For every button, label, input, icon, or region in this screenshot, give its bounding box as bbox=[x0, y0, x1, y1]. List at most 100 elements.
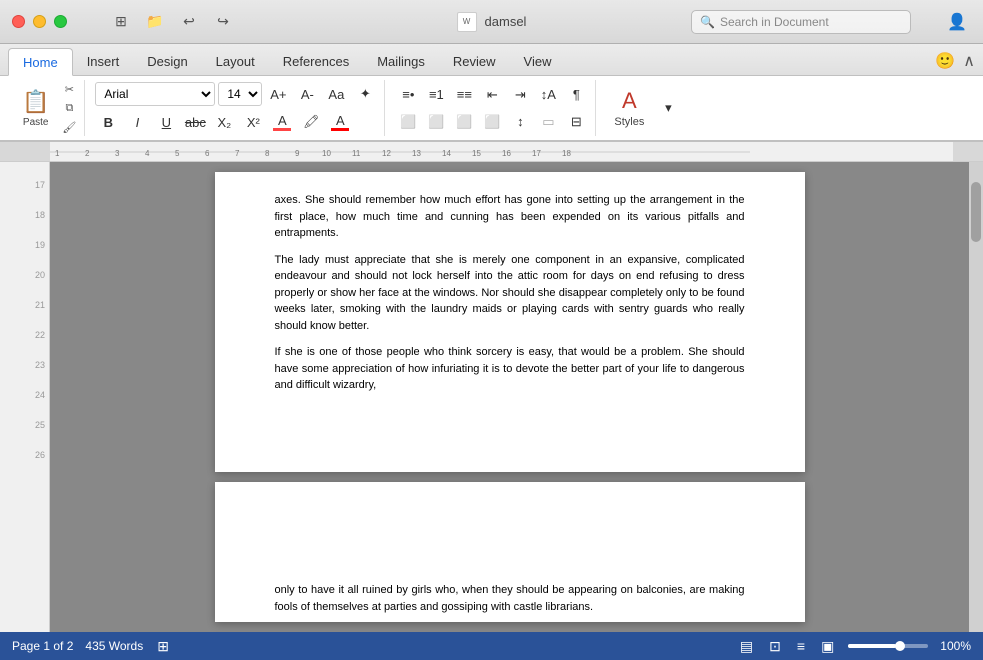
decrease-indent-button[interactable]: ⇤ bbox=[479, 83, 505, 107]
ruler-left-margin bbox=[0, 142, 50, 161]
font-color-indicator bbox=[273, 128, 291, 131]
paste-button[interactable]: 📋 Paste bbox=[14, 85, 57, 132]
styles-label: Styles bbox=[614, 116, 644, 128]
font-controls: Arial Times New Roman Calibri 14 10 12 1… bbox=[95, 82, 378, 134]
title-bar: ⊞ 📁 ↩ ↪ W damsel 🔍 Search in Document 👤 bbox=[0, 0, 983, 44]
maximize-button[interactable] bbox=[54, 15, 67, 28]
bullets-button[interactable]: ≡• bbox=[395, 83, 421, 107]
line-num-23: 23 bbox=[35, 350, 45, 380]
font-color-a-icon: A bbox=[278, 113, 287, 128]
user-icon[interactable]: 👤 bbox=[943, 8, 971, 36]
minimize-button[interactable] bbox=[33, 15, 46, 28]
doc-icon: W bbox=[457, 12, 477, 32]
sort-button[interactable]: ↕A bbox=[535, 83, 561, 107]
print-icon[interactable]: ⊞ bbox=[107, 8, 135, 36]
svg-text:16: 16 bbox=[502, 149, 511, 158]
outline-view-icon[interactable]: ≡ bbox=[795, 638, 807, 654]
strikethrough-button[interactable]: abc bbox=[182, 110, 208, 134]
smiley-icon[interactable]: 🙂 bbox=[935, 51, 955, 71]
highlight-button[interactable]: 🖍 bbox=[298, 110, 324, 134]
text-color-button[interactable]: A bbox=[327, 110, 353, 134]
search-placeholder: Search in Document bbox=[720, 15, 829, 29]
bold-button[interactable]: B bbox=[95, 110, 121, 134]
paste-label: Paste bbox=[23, 117, 49, 128]
tab-view[interactable]: View bbox=[510, 47, 566, 75]
tab-insert[interactable]: Insert bbox=[73, 47, 134, 75]
line-num-24: 24 bbox=[35, 380, 45, 410]
increase-indent-button[interactable]: ⇥ bbox=[507, 83, 533, 107]
text-color-icon: A bbox=[336, 113, 345, 128]
svg-text:14: 14 bbox=[442, 149, 451, 158]
clear-format-icon[interactable]: ✦ bbox=[352, 82, 378, 106]
tab-mailings[interactable]: Mailings bbox=[363, 47, 439, 75]
document-scroll-area[interactable]: axes. She should remember how much effor… bbox=[50, 162, 969, 632]
svg-text:10: 10 bbox=[322, 149, 331, 158]
styles-icon: A bbox=[622, 88, 637, 114]
font-size-select[interactable]: 14 10 12 16 18 bbox=[218, 82, 262, 106]
zoom-slider[interactable] bbox=[848, 644, 928, 648]
folder-icon[interactable]: 📁 bbox=[141, 8, 169, 36]
tab-review[interactable]: Review bbox=[439, 47, 510, 75]
font-color-button[interactable]: A bbox=[269, 110, 295, 134]
redo-icon[interactable]: ↪ bbox=[209, 8, 237, 36]
line-numbers: 17 18 19 20 21 22 23 24 25 26 bbox=[0, 162, 50, 632]
line-spacing-button[interactable]: ↕ bbox=[507, 110, 533, 134]
italic-button[interactable]: I bbox=[124, 110, 150, 134]
undo-icon[interactable]: ↩ bbox=[175, 8, 203, 36]
svg-text:1: 1 bbox=[55, 149, 60, 158]
align-right-button[interactable]: ⬜ bbox=[451, 110, 477, 134]
page-info: Page 1 of 2 bbox=[12, 639, 73, 653]
search-bar[interactable]: 🔍 Search in Document bbox=[691, 10, 911, 34]
font-family-select[interactable]: Arial Times New Roman Calibri bbox=[95, 82, 215, 106]
copy-icon[interactable]: ⧉ bbox=[60, 100, 78, 117]
clipboard-sub: ✂ ⧉ 🖌 bbox=[60, 81, 78, 136]
format-brush-icon[interactable]: 🖌 bbox=[60, 119, 78, 136]
ruler: 1 2 3 4 5 6 7 8 9 10 11 12 13 14 15 16 1… bbox=[0, 142, 983, 162]
layout-view-icon[interactable]: ▤ bbox=[738, 638, 755, 655]
zoom-control[interactable] bbox=[848, 644, 928, 648]
subscript-button[interactable]: X₂ bbox=[211, 110, 237, 134]
align-center-button[interactable]: ⬜ bbox=[423, 110, 449, 134]
line-num-17: 17 bbox=[35, 170, 45, 200]
zoom-slider-knob[interactable] bbox=[895, 641, 905, 651]
decrease-font-icon[interactable]: A- bbox=[294, 82, 320, 106]
document-title-area: W damsel bbox=[457, 12, 527, 32]
shading-button[interactable]: ▭ bbox=[535, 110, 561, 134]
word-count: 435 Words bbox=[85, 639, 143, 653]
focus-view-icon[interactable]: ▣ bbox=[819, 638, 836, 655]
svg-text:18: 18 bbox=[562, 149, 571, 158]
status-bar: Page 1 of 2 435 Words ⊞ ▤ ⊡ ≡ ▣ 100% bbox=[0, 632, 983, 660]
justify-button[interactable]: ⬜ bbox=[479, 110, 505, 134]
styles-dropdown-icon[interactable]: ▾ bbox=[655, 96, 681, 120]
svg-text:13: 13 bbox=[412, 149, 421, 158]
web-view-icon[interactable]: ⊡ bbox=[767, 638, 783, 655]
svg-text:3: 3 bbox=[115, 149, 120, 158]
show-formatting-button[interactable]: ¶ bbox=[563, 83, 589, 107]
svg-text:11: 11 bbox=[352, 149, 361, 158]
text-color-indicator bbox=[331, 128, 349, 131]
svg-text:5: 5 bbox=[175, 149, 180, 158]
underline-button[interactable]: U bbox=[153, 110, 179, 134]
ruler-right-margin bbox=[953, 142, 983, 161]
cut-icon[interactable]: ✂ bbox=[60, 81, 78, 98]
paragraph-1: axes. She should remember how much effor… bbox=[275, 192, 745, 242]
tab-home[interactable]: Home bbox=[8, 48, 73, 76]
change-case-icon[interactable]: Aa bbox=[323, 82, 349, 106]
word-count-icon[interactable]: ⊞ bbox=[155, 638, 171, 655]
close-button[interactable] bbox=[12, 15, 25, 28]
borders-button[interactable]: ⊟ bbox=[563, 110, 589, 134]
svg-text:8: 8 bbox=[265, 149, 270, 158]
tab-design[interactable]: Design bbox=[133, 47, 201, 75]
align-left-button[interactable]: ⬜ bbox=[395, 110, 421, 134]
vertical-scrollbar[interactable] bbox=[969, 162, 983, 632]
scrollbar-thumb[interactable] bbox=[971, 182, 981, 242]
tab-references[interactable]: References bbox=[269, 47, 363, 75]
numbering-button[interactable]: ≡1 bbox=[423, 83, 449, 107]
ruler-content: 1 2 3 4 5 6 7 8 9 10 11 12 13 14 15 16 1… bbox=[50, 142, 953, 161]
styles-button[interactable]: A Styles bbox=[606, 84, 652, 132]
collapse-ribbon-icon[interactable]: ∧ bbox=[963, 51, 975, 71]
increase-font-icon[interactable]: A+ bbox=[265, 82, 291, 106]
superscript-button[interactable]: X² bbox=[240, 110, 266, 134]
multilevel-list-button[interactable]: ≡≡ bbox=[451, 83, 477, 107]
tab-layout[interactable]: Layout bbox=[202, 47, 269, 75]
